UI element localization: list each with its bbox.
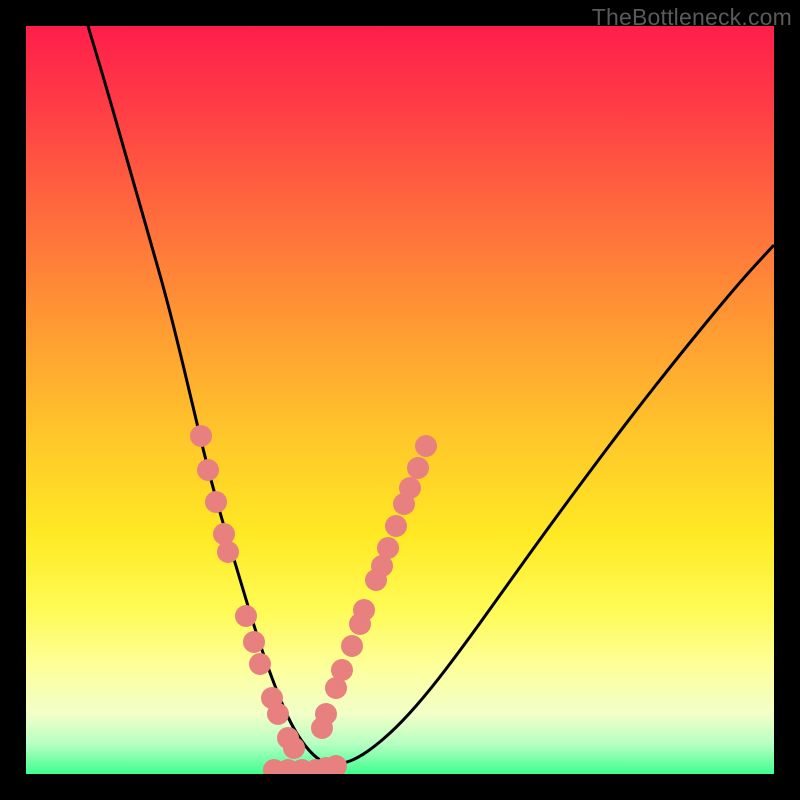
highlight-dot — [407, 457, 429, 479]
highlight-dot — [235, 605, 257, 627]
highlight-dot — [415, 435, 437, 457]
highlight-dot — [399, 477, 421, 499]
highlight-dot — [190, 425, 212, 447]
highlight-dot — [283, 737, 305, 759]
watermark-text: TheBottleneck.com — [592, 4, 792, 31]
highlight-dot — [197, 459, 219, 481]
highlight-dot — [341, 635, 363, 657]
highlight-dot — [315, 703, 337, 725]
bottleneck-curve — [88, 26, 773, 764]
highlight-dot — [243, 631, 265, 653]
curve-layer — [26, 26, 774, 774]
highlight-dot — [385, 515, 407, 537]
plot-area — [26, 26, 774, 774]
highlight-dot — [377, 537, 399, 559]
chart-frame: TheBottleneck.com — [0, 0, 800, 800]
highlight-dot — [205, 491, 227, 513]
highlight-dot — [217, 541, 239, 563]
highlight-dot — [353, 599, 375, 621]
highlight-dot — [267, 703, 289, 725]
highlight-dot — [249, 653, 271, 675]
highlight-dot — [331, 659, 353, 681]
